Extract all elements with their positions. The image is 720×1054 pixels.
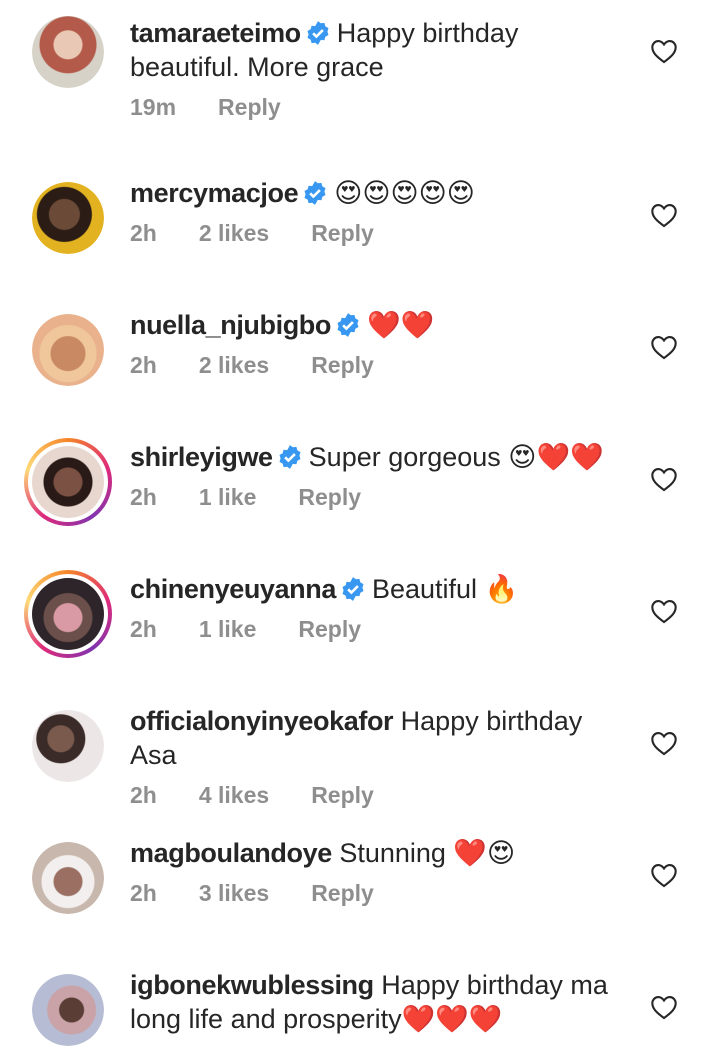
comment-time: 2h xyxy=(130,782,157,808)
comment-username[interactable]: shirleyigwe xyxy=(130,442,273,472)
comment-text-block: nuella_njubigbo ❤️❤️ xyxy=(130,308,630,342)
comment-text-block: shirleyigwe Super gorgeous 😍❤️❤️ xyxy=(130,440,630,474)
comment-time: 2h xyxy=(130,616,157,642)
avatar[interactable] xyxy=(24,438,112,526)
comment-time: 2h xyxy=(130,880,157,906)
comment-body: ❤️❤️ xyxy=(367,310,435,340)
comment-username[interactable]: chinenyeuyanna xyxy=(130,574,336,604)
comment-text-block: magboulandoye Stunning ❤️😍 xyxy=(130,836,630,870)
heart-outline-icon[interactable] xyxy=(650,466,678,492)
like-count[interactable]: 1 like xyxy=(199,616,257,642)
avatar[interactable] xyxy=(32,182,104,254)
heart-outline-icon[interactable] xyxy=(650,730,678,756)
heart-outline-icon[interactable] xyxy=(650,862,678,888)
comment-username[interactable]: mercymacjoe xyxy=(130,178,299,208)
heart-outline-icon[interactable] xyxy=(650,38,678,64)
comment-meta: 2h 1 like Reply xyxy=(130,484,630,511)
comment-time: 2h xyxy=(130,352,157,378)
comment-username[interactable]: nuella_njubigbo xyxy=(130,310,331,340)
avatar[interactable] xyxy=(32,842,104,914)
comment-text-block: mercymacjoe 😍😍😍😍😍 xyxy=(130,176,630,210)
reply-button[interactable]: Reply xyxy=(311,880,374,906)
like-count[interactable]: 4 likes xyxy=(199,782,269,808)
comment-body: Beautiful 🔥 xyxy=(371,574,519,604)
comment-body: Stunning ❤️😍 xyxy=(339,838,516,868)
verified-badge-icon xyxy=(279,445,301,469)
comment-time: 2h xyxy=(130,220,157,246)
comment-username[interactable]: magboulandoye xyxy=(130,838,332,868)
reply-button[interactable]: Reply xyxy=(218,94,281,120)
comment-username[interactable]: tamaraeteimo xyxy=(130,18,301,48)
comment-text-block: officialonyinyeokafor Happy birthday Asa xyxy=(130,704,630,772)
verified-badge-icon xyxy=(307,21,329,45)
avatar[interactable] xyxy=(32,710,104,782)
avatar[interactable] xyxy=(32,974,104,1046)
like-count[interactable]: 2 likes xyxy=(199,220,269,246)
comment-meta: 19m Reply xyxy=(130,94,630,121)
heart-outline-icon[interactable] xyxy=(650,202,678,228)
comment-body: 😍😍😍😍😍 xyxy=(334,178,475,208)
comment-text-block: chinenyeuyanna Beautiful 🔥 xyxy=(130,572,630,606)
comment-meta: 2h 2 likes Reply xyxy=(130,220,630,247)
comment-time: 19m xyxy=(130,94,177,120)
verified-badge-icon xyxy=(304,181,326,205)
comment-text-block: tamaraeteimo Happy birthday beautiful. Mo… xyxy=(130,16,630,84)
heart-outline-icon[interactable] xyxy=(650,598,678,624)
reply-button[interactable]: Reply xyxy=(298,616,361,642)
comment-meta: 2h 4 likes Reply xyxy=(130,782,630,809)
verified-badge-icon xyxy=(342,577,364,601)
heart-outline-icon[interactable] xyxy=(650,994,678,1020)
like-count[interactable]: 3 likes xyxy=(199,880,269,906)
comment-text-block: igbonekwublessing Happy birthday ma long… xyxy=(130,968,630,1036)
avatar[interactable] xyxy=(32,16,104,88)
heart-outline-icon[interactable] xyxy=(650,334,678,360)
comment-time: 2h xyxy=(130,484,157,510)
comment-meta: 2h 2 likes Reply xyxy=(130,352,630,379)
like-count[interactable]: 1 like xyxy=(199,484,257,510)
comment-username[interactable]: officialonyinyeokafor xyxy=(130,706,394,736)
like-count[interactable]: 2 likes xyxy=(199,352,269,378)
verified-badge-icon xyxy=(337,313,359,337)
reply-button[interactable]: Reply xyxy=(298,484,361,510)
reply-button[interactable]: Reply xyxy=(311,782,374,808)
comment-username[interactable]: igbonekwublessing xyxy=(130,970,374,1000)
comment-body: Super gorgeous 😍❤️❤️ xyxy=(308,442,604,472)
reply-button[interactable]: Reply xyxy=(311,352,374,378)
comment-meta: 2h 3 likes Reply xyxy=(130,880,630,907)
comment-meta: 2h 1 like Reply xyxy=(130,616,630,643)
avatar[interactable] xyxy=(24,570,112,658)
avatar[interactable] xyxy=(32,314,104,386)
reply-button[interactable]: Reply xyxy=(311,220,374,246)
